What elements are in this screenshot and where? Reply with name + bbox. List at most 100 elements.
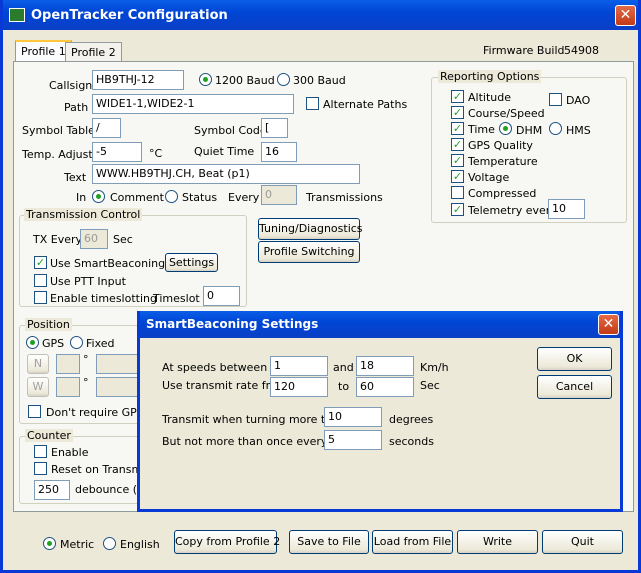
smartbeaconing-settings-button[interactable]: Settings bbox=[165, 253, 218, 272]
course-speed-checkbox[interactable]: ✓ bbox=[451, 106, 464, 119]
gps-radio[interactable] bbox=[26, 336, 39, 349]
tab-profile-2[interactable]: Profile 2 bbox=[65, 42, 122, 62]
temp-adjust-label: Temp. Adjust bbox=[22, 148, 93, 161]
close-button[interactable]: ✕ bbox=[615, 5, 636, 26]
baud-1200-label: 1200 Baud bbox=[215, 74, 275, 87]
hms-radio[interactable] bbox=[549, 122, 562, 135]
metric-label: Metric bbox=[60, 538, 95, 551]
to-label: to bbox=[338, 380, 350, 393]
quiet-time-label: Quiet Time bbox=[194, 145, 255, 158]
timeslotting-checkbox[interactable] bbox=[34, 291, 47, 304]
turn-input[interactable]: 10 bbox=[324, 407, 382, 427]
course-speed-label: Course/Speed bbox=[468, 107, 545, 120]
baud-1200-radio[interactable] bbox=[199, 73, 212, 86]
quit-button[interactable]: Quit bbox=[542, 530, 623, 554]
symbol-table-input[interactable]: / bbox=[92, 118, 121, 138]
comment-radio[interactable] bbox=[92, 190, 105, 203]
smartbeaconing-checkbox[interactable]: ✓ bbox=[34, 256, 47, 269]
east-west-toggle[interactable]: W bbox=[27, 377, 49, 397]
compressed-checkbox[interactable] bbox=[451, 186, 464, 199]
dao-label: DAO bbox=[566, 94, 591, 107]
speeds-label: At speeds between bbox=[162, 361, 268, 374]
write-button[interactable]: Write bbox=[457, 530, 538, 554]
time-checkbox[interactable]: ✓ bbox=[451, 122, 464, 135]
comment-label: Comment bbox=[110, 191, 164, 204]
speed-high-input[interactable]: 18 bbox=[356, 356, 414, 376]
save-to-file-button[interactable]: Save to File bbox=[289, 530, 369, 554]
voltage-label: Voltage bbox=[468, 171, 510, 184]
temp-adjust-input[interactable]: -5 bbox=[92, 142, 142, 162]
timeslotting-label: Enable timeslotting bbox=[50, 292, 157, 305]
copy-from-profile-button[interactable]: Copy from Profile 2 bbox=[174, 530, 280, 554]
tuning-diagnostics-button[interactable]: Tuning/Diagnostics bbox=[258, 218, 363, 240]
english-radio[interactable] bbox=[103, 537, 116, 550]
voltage-checkbox[interactable]: ✓ bbox=[451, 170, 464, 183]
dialog-title-bar[interactable]: SmartBeaconing Settings ✕ bbox=[140, 311, 620, 338]
and-label: and bbox=[333, 361, 354, 374]
counter-enable-checkbox[interactable] bbox=[34, 445, 47, 458]
fixed-radio[interactable] bbox=[70, 336, 83, 349]
longitude-degrees-input[interactable] bbox=[56, 377, 80, 397]
smartbeaconing-dialog: SmartBeaconing Settings ✕ At speeds betw… bbox=[137, 311, 623, 512]
dialog-close-button[interactable]: ✕ bbox=[598, 314, 619, 335]
telemetry-input[interactable]: 10 bbox=[548, 199, 585, 219]
ptt-input-checkbox[interactable] bbox=[34, 274, 47, 287]
reset-on-transmit-checkbox[interactable] bbox=[34, 462, 47, 475]
firmware-label: Firmware Build bbox=[483, 44, 565, 57]
north-south-toggle[interactable]: N bbox=[27, 354, 49, 374]
tab-profile-1[interactable]: Profile 1 bbox=[15, 40, 72, 62]
title-bar[interactable]: OpenTracker Configuration ✕ bbox=[3, 0, 638, 30]
load-from-file-button[interactable]: Load from File bbox=[372, 530, 453, 554]
debounce-input[interactable]: 250 bbox=[34, 480, 70, 500]
rate-high-input[interactable]: 60 bbox=[356, 377, 414, 397]
dont-require-gps-checkbox[interactable] bbox=[28, 405, 41, 418]
quiet-time-input[interactable]: 16 bbox=[261, 142, 297, 162]
once-input[interactable]: 5 bbox=[324, 430, 382, 450]
speed-low-input[interactable]: 1 bbox=[270, 356, 328, 376]
cancel-button[interactable]: Cancel bbox=[537, 375, 612, 399]
position-title: Position bbox=[25, 318, 72, 331]
rate-label: Use transmit rate from bbox=[162, 379, 288, 392]
path-input[interactable]: WIDE1-1,WIDE2-1 bbox=[92, 94, 294, 114]
rate-unit: Sec bbox=[420, 379, 440, 392]
altitude-checkbox[interactable]: ✓ bbox=[451, 90, 464, 103]
ok-button[interactable]: OK bbox=[537, 347, 612, 371]
once-label: But not more than once every bbox=[162, 435, 328, 448]
status-radio[interactable] bbox=[165, 190, 178, 203]
dao-checkbox[interactable] bbox=[549, 93, 562, 106]
callsign-input[interactable]: HB9THJ-12 bbox=[92, 70, 184, 90]
every-input[interactable]: 0 bbox=[261, 185, 297, 205]
symbol-code-input[interactable]: [ bbox=[261, 118, 288, 138]
turn-unit: degrees bbox=[389, 413, 434, 426]
tx-every-input[interactable]: 60 bbox=[80, 229, 108, 249]
speed-unit: Km/h bbox=[420, 361, 449, 374]
timeslot-input[interactable]: 0 bbox=[203, 286, 240, 306]
turn-label: Transmit when turning more than bbox=[162, 413, 346, 426]
latitude-degrees-input[interactable] bbox=[56, 354, 80, 374]
window-title: OpenTracker Configuration bbox=[31, 8, 228, 23]
temperature-label: Temperature bbox=[468, 155, 538, 168]
telemetry-checkbox[interactable]: ✓ bbox=[451, 203, 464, 216]
reporting-options-title: Reporting Options bbox=[438, 70, 542, 83]
profile-switching-button[interactable]: Profile Switching bbox=[258, 241, 360, 263]
metric-radio[interactable] bbox=[43, 537, 56, 550]
timeslot-label: Timeslot bbox=[153, 292, 200, 305]
tx-every-label: TX Every bbox=[33, 233, 83, 246]
fixed-label: Fixed bbox=[86, 337, 115, 350]
callsign-label: Callsign bbox=[49, 79, 93, 92]
altitude-label: Altitude bbox=[468, 91, 511, 104]
once-unit: seconds bbox=[389, 435, 434, 448]
hms-label: HMS bbox=[566, 124, 591, 137]
temperature-checkbox[interactable]: ✓ bbox=[451, 154, 464, 167]
gps-quality-checkbox[interactable]: ✓ bbox=[451, 138, 464, 151]
dhm-radio[interactable] bbox=[499, 122, 512, 135]
alternate-paths-checkbox[interactable] bbox=[306, 97, 319, 110]
in-label: In bbox=[76, 191, 87, 204]
longitude-degree-symbol: ° bbox=[83, 376, 89, 389]
symbol-code-label: Symbol Code bbox=[194, 124, 267, 137]
baud-300-radio[interactable] bbox=[277, 73, 290, 86]
text-input[interactable]: WWW.HB9THJ.CH, Beat (p1) bbox=[92, 164, 360, 184]
time-label: Time bbox=[468, 123, 495, 136]
telemetry-label: Telemetry every bbox=[468, 204, 557, 217]
rate-low-input[interactable]: 120 bbox=[270, 377, 328, 397]
